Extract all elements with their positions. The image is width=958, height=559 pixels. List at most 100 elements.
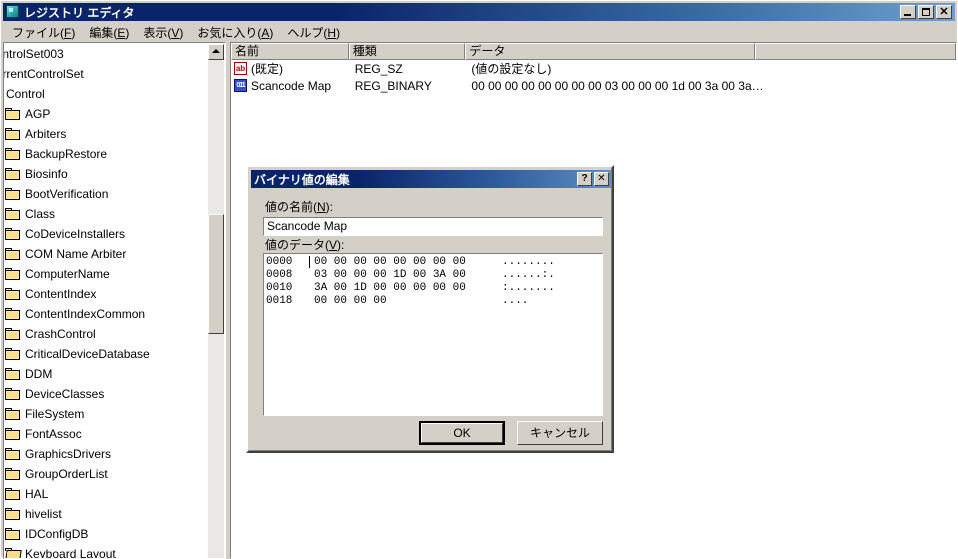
tree-item-label: DeviceClasses bbox=[25, 387, 104, 401]
menu-help[interactable]: ヘルプ(H) bbox=[280, 22, 347, 43]
value-name-label: 値の名前(N): bbox=[265, 198, 333, 215]
string-value-icon: ab bbox=[233, 62, 249, 76]
tree-item-crashcontrol[interactable]: CrashControl bbox=[3, 324, 226, 344]
column-header-type[interactable]: 種類 bbox=[349, 43, 466, 60]
tree-item-computername[interactable]: ComputerName bbox=[3, 264, 226, 284]
tree-item-deviceclasses[interactable]: DeviceClasses bbox=[3, 384, 226, 404]
tree-item-hivelist[interactable]: hivelist bbox=[3, 504, 226, 524]
tree-item-label: GraphicsDrivers bbox=[25, 447, 111, 461]
scrollbar-thumb[interactable] bbox=[208, 214, 224, 334]
value-name: Scancode Map bbox=[251, 79, 351, 93]
tree-item-filesystem[interactable]: FileSystem bbox=[3, 404, 226, 424]
scroll-up-button[interactable] bbox=[208, 44, 224, 60]
tree-item-hal[interactable]: HAL bbox=[3, 484, 226, 504]
list-column-headers: 名前 種類 データ bbox=[231, 43, 956, 60]
hex-bytes: 00 00 00 00 00 00 00 00 bbox=[314, 256, 502, 269]
tree-item-contentindex[interactable]: ContentIndex bbox=[3, 284, 226, 304]
tree-item-label: ComputerName bbox=[25, 267, 110, 281]
menu-file[interactable]: ファイル(F) bbox=[5, 22, 82, 43]
tree-item-label: ControlSet003 bbox=[3, 47, 64, 61]
folder-icon bbox=[5, 208, 21, 221]
close-icon: ✕ bbox=[937, 4, 951, 20]
help-button[interactable]: ? bbox=[577, 172, 592, 186]
binary-value-icon: 011 bbox=[233, 79, 249, 93]
tree-item-label: ContentIndex bbox=[25, 287, 96, 301]
table-row[interactable]: ab (既定) REG_SZ (値の設定なし) bbox=[231, 60, 956, 77]
dialog-close-button[interactable]: ✕ bbox=[594, 172, 609, 186]
hex-offset: 0008 bbox=[266, 269, 306, 282]
folder-icon bbox=[5, 248, 21, 261]
tree-item-label: CoDeviceInstallers bbox=[25, 227, 125, 241]
folder-icon bbox=[5, 348, 21, 361]
folder-icon bbox=[5, 508, 21, 521]
tree-item-backuprestore[interactable]: BackupRestore bbox=[3, 144, 226, 164]
tree-item-graphicsdrivers[interactable]: GraphicsDrivers bbox=[3, 444, 226, 464]
ok-button[interactable]: OK bbox=[419, 421, 505, 445]
hex-offset: 0000 bbox=[266, 256, 306, 269]
tree-item-controlset003[interactable]: ControlSet003 bbox=[3, 44, 226, 64]
tree-item-label: FileSystem bbox=[25, 407, 84, 421]
value-name-input[interactable]: Scancode Map bbox=[263, 217, 603, 236]
window-titlebar[interactable]: レジストリ エディタ ✕ bbox=[3, 3, 955, 21]
folder-icon bbox=[5, 148, 21, 161]
tree-item-fontassoc[interactable]: FontAssoc bbox=[3, 424, 226, 444]
menubar: ファイル(F) 編集(E) 表示(V) お気に入り(A) ヘルプ(H) bbox=[3, 23, 955, 42]
value-data-label: 値のデータ(V): bbox=[265, 236, 344, 253]
tree-item-class[interactable]: Class bbox=[3, 204, 226, 224]
hex-offset: 0018 bbox=[266, 295, 306, 308]
tree-item-com-name-arbiter[interactable]: COM Name Arbiter bbox=[3, 244, 226, 264]
hex-ascii: .... bbox=[502, 295, 528, 308]
maximize-button[interactable] bbox=[918, 5, 934, 19]
hex-row: 0010 3A 00 1D 00 00 00 00 00 :....... bbox=[266, 282, 602, 295]
menu-edit[interactable]: 編集(E) bbox=[82, 22, 136, 43]
tree-item-ddm[interactable]: DDM bbox=[3, 364, 226, 384]
client-area: ControlSet003 CurrentControlSet Control AGP… bbox=[3, 42, 957, 557]
tree-item-criticaldevicedatabase[interactable]: CriticalDeviceDatabase bbox=[3, 344, 226, 364]
folder-icon bbox=[5, 408, 21, 421]
tree-item-label: CriticalDeviceDatabase bbox=[25, 347, 150, 361]
value-type: REG_SZ bbox=[351, 62, 468, 76]
tree-item-biosinfo[interactable]: Biosinfo bbox=[3, 164, 226, 184]
registry-tree: ControlSet003 CurrentControlSet Control AGP… bbox=[3, 44, 226, 559]
tree-item-label: Control bbox=[6, 87, 45, 101]
menu-favorites[interactable]: お気に入り(A) bbox=[190, 22, 280, 43]
value-name: (既定) bbox=[251, 60, 351, 77]
tree-item-contentindexcommon[interactable]: ContentIndexCommon bbox=[3, 304, 226, 324]
tree-item-arbiters[interactable]: Arbiters bbox=[3, 124, 226, 144]
tree-item-label: Keyboard Layout bbox=[25, 547, 116, 559]
cancel-button[interactable]: キャンセル bbox=[517, 421, 603, 445]
tree-item-currentcontrolset[interactable]: CurrentControlSet bbox=[3, 64, 226, 84]
tree-item-label: COM Name Arbiter bbox=[25, 247, 126, 261]
folder-icon bbox=[5, 108, 21, 121]
tree-vertical-scrollbar[interactable] bbox=[208, 44, 224, 559]
close-button[interactable]: ✕ bbox=[936, 5, 952, 19]
ok-button-label: OK bbox=[421, 423, 503, 443]
registry-editor-window: レジストリ エディタ ✕ ファイル(F) 編集(E) 表示(V) お気に入り(A… bbox=[0, 0, 958, 558]
folder-icon bbox=[5, 288, 21, 301]
tree-item-label: IDConfigDB bbox=[25, 527, 88, 541]
minimize-button[interactable] bbox=[900, 5, 916, 19]
tree-item-codeviceinstallers[interactable]: CoDeviceInstallers bbox=[3, 224, 226, 244]
tree-item-label: BackupRestore bbox=[25, 147, 107, 161]
column-header-data[interactable]: データ bbox=[465, 43, 754, 60]
tree-item-agp[interactable]: AGP bbox=[3, 104, 226, 124]
tree-item-keyboard-layout[interactable]: Keyboard Layout bbox=[3, 544, 226, 559]
hex-editor[interactable]: 0000 00 00 00 00 00 00 00 00 ........ 00… bbox=[263, 253, 603, 416]
tree-item-grouporderlist[interactable]: GroupOrderList bbox=[3, 464, 226, 484]
tree-item-label: ContentIndexCommon bbox=[25, 307, 145, 321]
window-title: レジストリ エディタ bbox=[24, 4, 900, 21]
dialog-titlebar[interactable]: バイナリ値の編集 ? ✕ bbox=[251, 170, 611, 188]
hex-ascii: ......:. bbox=[502, 269, 555, 282]
column-header-name[interactable]: 名前 bbox=[231, 43, 349, 60]
tree-item-bootverification[interactable]: BootVerification bbox=[3, 184, 226, 204]
value-type: REG_BINARY bbox=[351, 79, 468, 93]
folder-icon bbox=[5, 168, 21, 181]
menu-view[interactable]: 表示(V) bbox=[136, 22, 190, 43]
table-row[interactable]: 011 Scancode Map REG_BINARY 00 00 00 00 … bbox=[231, 77, 956, 94]
dialog-title: バイナリ値の編集 bbox=[254, 171, 577, 188]
tree-item-control[interactable]: Control bbox=[3, 84, 226, 104]
column-header-blank[interactable] bbox=[755, 43, 956, 60]
tree-item-idconfigdb[interactable]: IDConfigDB bbox=[3, 524, 226, 544]
registry-editor-icon bbox=[5, 4, 21, 20]
registry-tree-pane[interactable]: ControlSet003 CurrentControlSet Control AGP… bbox=[3, 42, 226, 559]
